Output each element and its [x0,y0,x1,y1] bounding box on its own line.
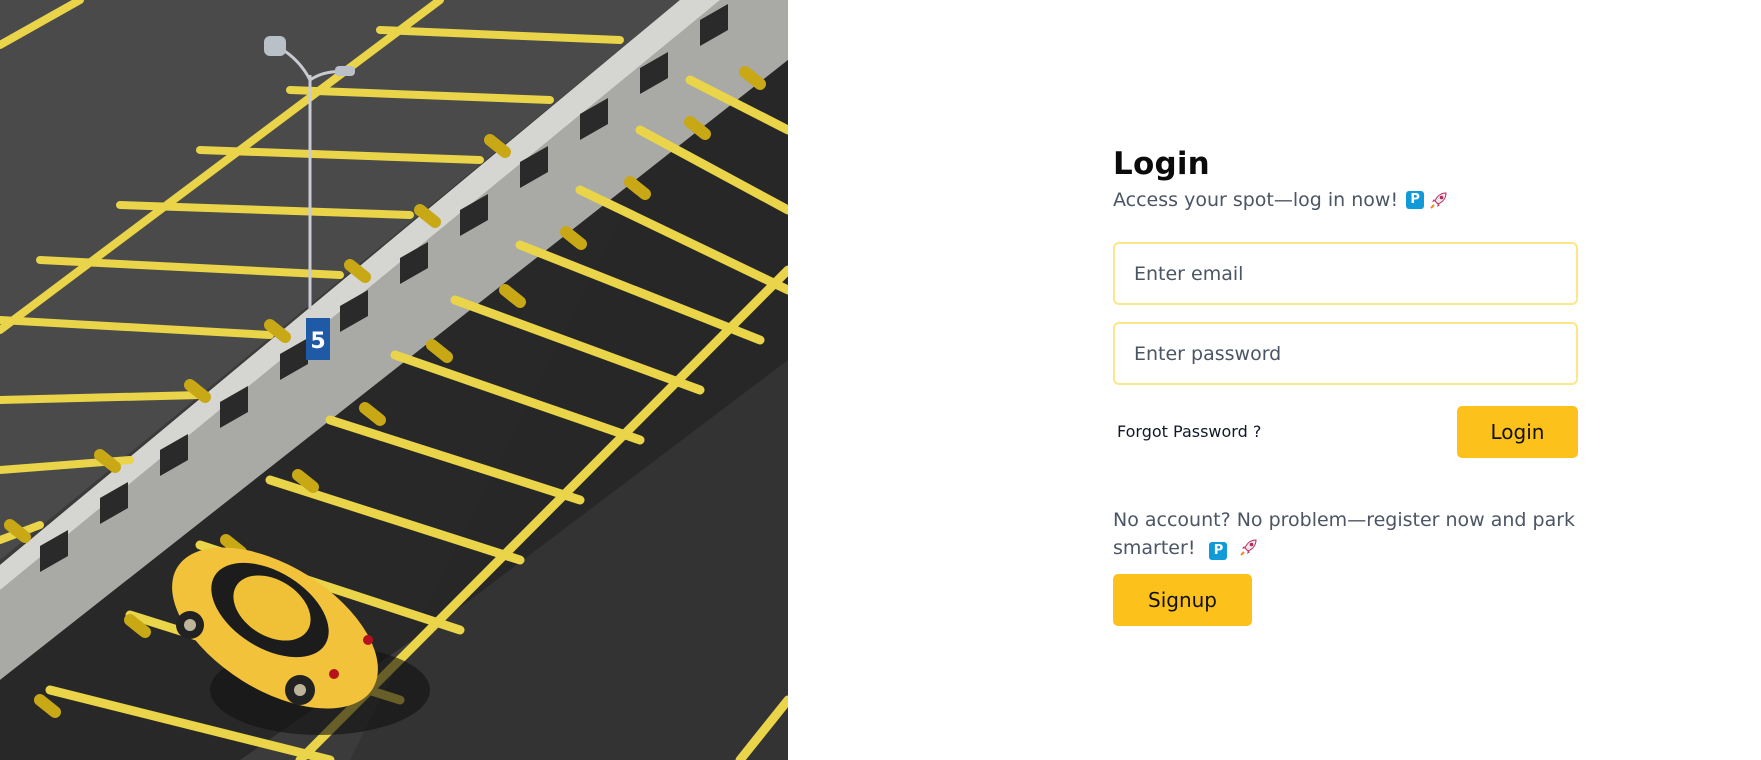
password-field[interactable] [1113,322,1578,385]
level-sign: 5 [310,329,325,354]
forgot-password-link[interactable]: Forgot Password ? [1117,422,1261,441]
parking-badge-icon: P [1209,542,1228,560]
login-actions: Forgot Password ? Login [1113,406,1578,458]
parking-badge-icon: P [1406,191,1425,209]
rocket-icon [1239,539,1257,556]
parking-garage-illustration: 5 [0,0,788,760]
login-button[interactable]: Login [1457,406,1578,458]
email-field[interactable] [1113,242,1578,305]
signup-button[interactable]: Signup [1113,574,1252,626]
signup-promo: No account? No problem—register now and … [1113,506,1578,562]
login-form: Login Access your spot—log in now! P For… [1113,146,1578,626]
rocket-icon [1430,192,1447,209]
hero-parking-image: 5 [0,0,788,760]
subtitle-text: Access your spot—log in now! [1113,189,1399,211]
login-subtitle: Access your spot—log in now! P [1113,188,1578,212]
signup-promo-text: No account? No problem—register now and … [1113,509,1576,559]
page-title: Login [1113,146,1210,182]
